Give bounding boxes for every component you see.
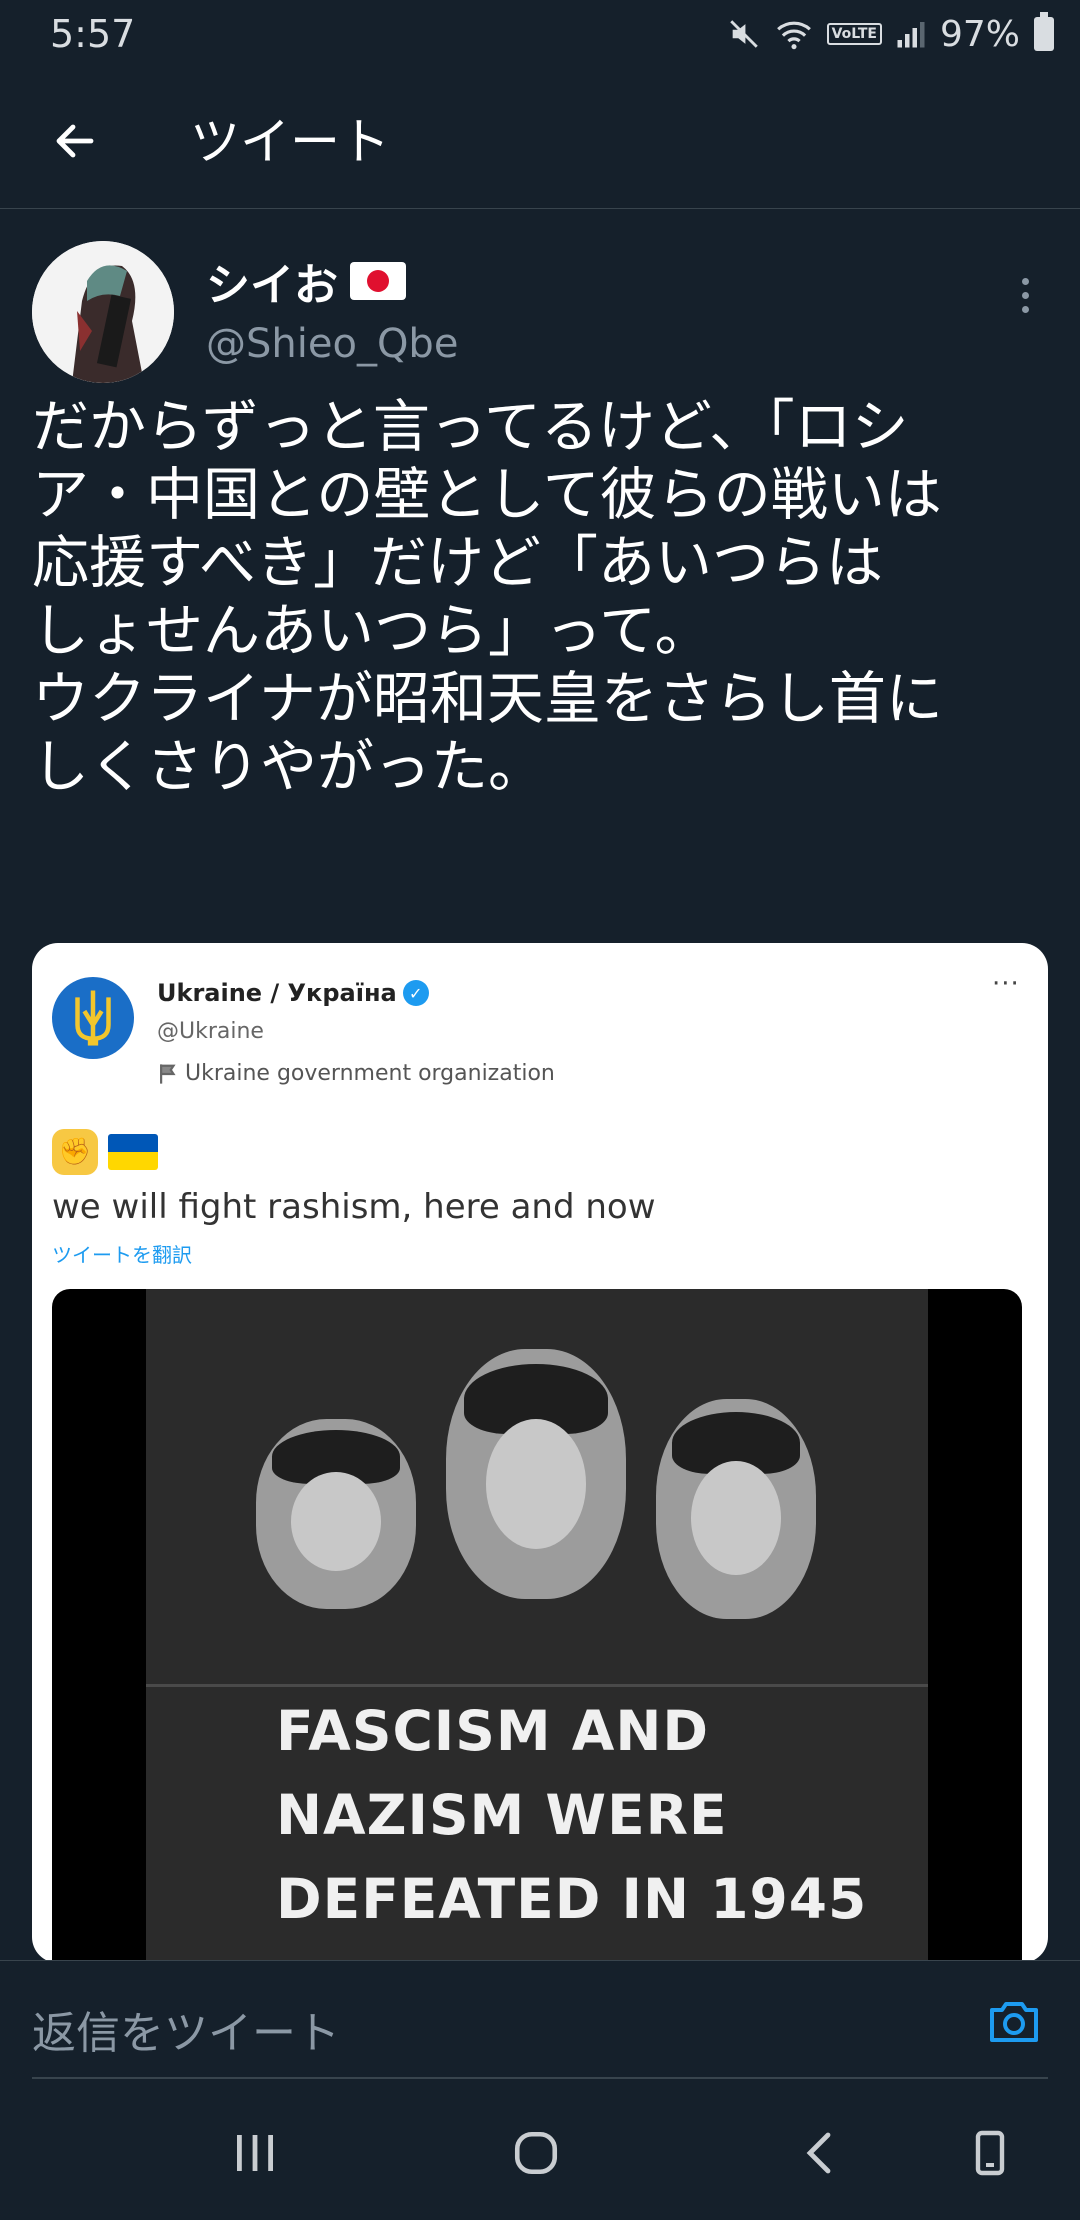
dot — [1021, 291, 1029, 299]
quoted-display-name: Ukraine / Україна ✓ — [157, 979, 429, 1007]
dot — [1021, 305, 1029, 313]
quoted-more-icon: ··· — [992, 969, 1020, 999]
media-caption-line: DEFEATED IN 1945 — [276, 1867, 868, 1931]
tweet-text: だからずっと言ってるけど、「ロシ ア・中国との壁として彼らの戦いは 応援すべき」… — [32, 394, 943, 800]
home-button[interactable] — [506, 2128, 566, 2178]
ukraine-flag-icon — [108, 1134, 158, 1170]
trident-icon — [75, 990, 111, 1046]
status-icons: VoLTE 97% — [727, 10, 1054, 58]
app-header: ツイート — [0, 70, 1080, 209]
dot — [1021, 277, 1029, 285]
media-caption-line: FASCISM AND — [276, 1699, 710, 1763]
page-title: ツイート — [190, 113, 390, 171]
avatar[interactable] — [32, 241, 174, 383]
display-name[interactable]: シイお — [206, 249, 406, 313]
camera-button[interactable] — [986, 1997, 1042, 2047]
quoted-org-label: Ukraine government organization — [157, 1061, 555, 1086]
home-icon — [514, 2131, 558, 2175]
avatar-image — [32, 241, 174, 383]
camera-icon — [990, 2002, 1038, 2042]
back-button[interactable] — [40, 106, 110, 176]
rotate-icon — [975, 2130, 1005, 2176]
quoted-handle: @Ukraine — [157, 1019, 264, 1044]
verified-badge-icon: ✓ — [402, 980, 429, 1006]
reply-input[interactable]: 返信をツイート — [32, 1997, 340, 2061]
japan-flag-icon — [350, 262, 406, 300]
flag-icon — [160, 1063, 176, 1084]
quoted-name-text: Ukraine / Україна — [157, 979, 397, 1007]
media-caption-line: NAZISM WERE — [276, 1783, 728, 1847]
battery-icon — [1034, 12, 1054, 51]
wifi-icon — [776, 21, 811, 50]
translate-link: ツイートを翻訳 — [52, 1243, 192, 1267]
battery-percent: 97% — [939, 13, 1020, 55]
ukraine-avatar — [52, 977, 134, 1059]
portrait-center — [446, 1349, 626, 1599]
signal-icon — [897, 22, 925, 48]
status-bar: 5:57 VoLTE 97% — [0, 0, 1080, 70]
more-options-button[interactable] — [1000, 265, 1050, 325]
reply-underline — [32, 2077, 1048, 2079]
display-name-text: シイお — [206, 260, 338, 311]
quoted-org-text: Ukraine government organization — [185, 1061, 555, 1086]
screen-rotate-button[interactable] — [960, 2128, 1020, 2178]
status-time: 5:57 — [50, 12, 136, 56]
media-divider — [146, 1684, 928, 1687]
quoted-text: we will fight rashism, here and now — [52, 1187, 656, 1227]
back-arrow-icon — [56, 124, 94, 158]
quoted-media: FASCISM AND NAZISM WERE DEFEATED IN 1945 — [52, 1289, 1022, 1963]
volte-badge: VoLTE — [826, 23, 882, 45]
recent-apps-icon — [237, 2135, 273, 2171]
media-image: FASCISM AND NAZISM WERE DEFEATED IN 1945 — [146, 1289, 928, 1963]
nav-back-icon — [806, 2132, 831, 2174]
system-nav-bar — [0, 2080, 1080, 2220]
raised-fist-icon: ✊ — [52, 1129, 98, 1175]
recent-apps-button[interactable] — [225, 2128, 285, 2178]
portrait-left — [256, 1419, 416, 1609]
quoted-emojis: ✊ — [52, 1129, 158, 1175]
user-handle[interactable]: @Shieo_Qbe — [206, 321, 458, 367]
mute-icon — [729, 20, 758, 48]
portrait-right — [656, 1399, 816, 1619]
nav-back-button[interactable] — [790, 2128, 850, 2178]
reply-bar: 返信をツイート — [0, 1960, 1080, 2079]
media-caption: FASCISM AND NAZISM WERE DEFEATED IN 1945 — [276, 1689, 867, 1941]
quoted-tweet[interactable]: Ukraine / Україна ✓ @Ukraine Ukraine gov… — [32, 943, 1048, 1963]
